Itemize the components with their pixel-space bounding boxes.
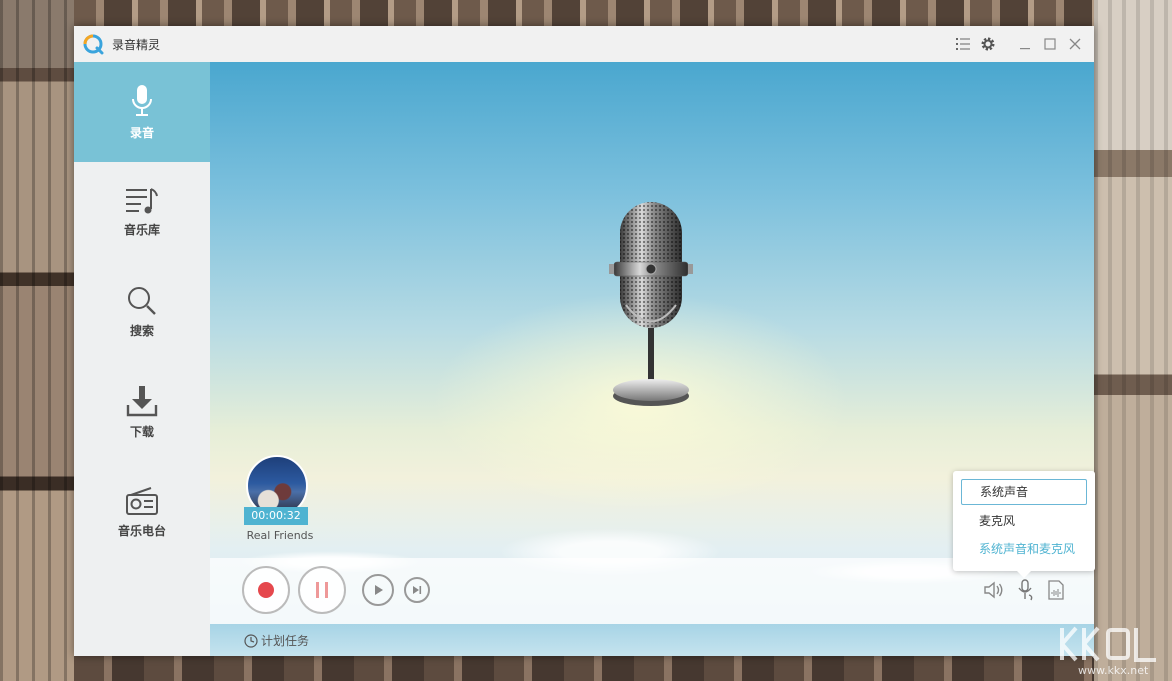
source-option-microphone[interactable]: 麦克风: [961, 508, 1087, 534]
schedule-task-button[interactable]: 计划任务: [244, 632, 309, 649]
pause-icon: [316, 582, 328, 598]
play-icon: [375, 585, 383, 595]
sidebar-item-label: 音乐电台: [117, 523, 166, 538]
next-button[interactable]: [404, 577, 430, 603]
track-name: Real Friends: [246, 529, 314, 542]
sidebar-item-download[interactable]: 下载: [74, 362, 210, 462]
gear-icon[interactable]: [979, 35, 997, 53]
next-icon: [413, 586, 422, 594]
speaker-icon[interactable]: [982, 578, 1006, 602]
music-list-icon: [126, 187, 158, 213]
sidebar-item-music-library[interactable]: 音乐库: [74, 162, 210, 262]
play-button[interactable]: [362, 574, 394, 606]
close-icon[interactable]: [1066, 35, 1084, 53]
title-bar: 录音精灵: [74, 26, 1094, 62]
clock-icon: [244, 633, 258, 648]
desktop-background-top: [74, 0, 1094, 26]
source-option-system-and-microphone[interactable]: 系统声音和麦克风: [961, 536, 1087, 562]
sidebar-item-label: 录音: [129, 125, 154, 140]
record-icon: [258, 582, 274, 598]
maximize-icon[interactable]: [1041, 35, 1059, 53]
sidebar-item-record[interactable]: 录音: [74, 62, 210, 162]
microphone-icon: [132, 84, 152, 116]
source-option-system-sound[interactable]: 系统声音: [961, 479, 1087, 505]
record-button[interactable]: [242, 566, 290, 614]
watermark-text: www.kkx.net: [1078, 664, 1149, 677]
microphone-source-icon[interactable]: [1014, 578, 1038, 602]
sidebar-item-label: 音乐库: [123, 222, 160, 237]
app-title: 录音精灵: [112, 38, 161, 52]
list-icon[interactable]: [954, 35, 972, 53]
pause-button[interactable]: [298, 566, 346, 614]
microphone-illustration: [609, 202, 693, 406]
desktop-background-bottom: [74, 656, 1094, 681]
radio-icon: [126, 486, 158, 515]
audio-source-menu: 系统声音 麦克风 系统声音和麦克风: [953, 471, 1095, 578]
audio-file-icon[interactable]: [1044, 578, 1068, 602]
app-window: 录音精灵 录音 音乐库 搜索 下载 音乐电台 00:00:32 Real Fri…: [74, 26, 1094, 656]
minimize-icon[interactable]: [1016, 35, 1034, 53]
status-bar: 计划任务: [210, 624, 1094, 656]
sidebar-item-radio[interactable]: 音乐电台: [74, 462, 210, 562]
now-playing[interactable]: 00:00:32 Real Friends: [244, 455, 313, 542]
recording-time: 00:00:32: [244, 507, 308, 525]
sidebar-item-search[interactable]: 搜索: [74, 262, 210, 362]
desktop-background-right: [1094, 0, 1172, 681]
sidebar-item-label: 搜索: [129, 323, 154, 338]
sidebar: 录音 音乐库 搜索 下载 音乐电台: [74, 62, 210, 656]
search-icon: [128, 286, 156, 315]
schedule-task-label: 计划任务: [261, 634, 310, 648]
desktop-background-left: [0, 0, 74, 681]
sidebar-item-label: 下载: [129, 424, 154, 439]
app-logo-icon: [83, 34, 104, 55]
download-icon: [126, 385, 158, 416]
